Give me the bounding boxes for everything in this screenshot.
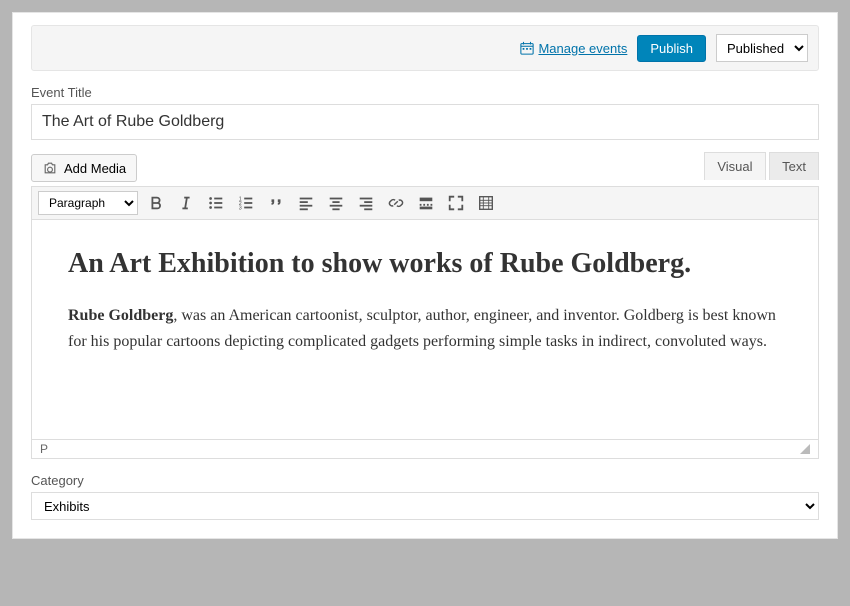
align-right-button[interactable] <box>354 191 378 215</box>
tab-text[interactable]: Text <box>769 152 819 180</box>
align-center-button[interactable] <box>324 191 348 215</box>
align-left-button[interactable] <box>294 191 318 215</box>
add-media-button[interactable]: Add Media <box>31 154 137 182</box>
top-action-bar: Manage events Publish Published <box>31 25 819 71</box>
insert-more-button[interactable] <box>414 191 438 215</box>
content-editor[interactable]: An Art Exhibition to show works of Rube … <box>31 220 819 440</box>
title-label: Event Title <box>31 85 819 100</box>
italic-button[interactable] <box>174 191 198 215</box>
manage-events-link[interactable]: Manage events <box>520 41 627 56</box>
add-media-label: Add Media <box>64 161 126 176</box>
publish-button[interactable]: Publish <box>637 35 706 62</box>
svg-text:3: 3 <box>239 205 242 211</box>
media-icon <box>42 160 58 176</box>
content-paragraph: Rube Goldberg, was an American cartoonis… <box>68 303 782 354</box>
editor-toolbar: Paragraph 123 <box>31 186 819 220</box>
content-lead: Rube Goldberg <box>68 307 173 324</box>
toolbar-toggle-button[interactable] <box>474 191 498 215</box>
status-select[interactable]: Published <box>716 34 808 62</box>
content-heading: An Art Exhibition to show works of Rube … <box>68 246 782 281</box>
tab-visual[interactable]: Visual <box>704 152 765 180</box>
blockquote-button[interactable] <box>264 191 288 215</box>
element-path: P <box>40 442 48 456</box>
manage-events-label: Manage events <box>538 41 627 56</box>
content-body: , was an American cartoonist, sculptor, … <box>68 307 776 350</box>
calendar-icon <box>520 41 534 55</box>
element-path-bar: P <box>31 440 819 459</box>
event-title-input[interactable] <box>31 104 819 140</box>
event-editor-panel: Manage events Publish Published Event Ti… <box>12 12 838 539</box>
fullscreen-button[interactable] <box>444 191 468 215</box>
format-select[interactable]: Paragraph <box>38 191 138 215</box>
bold-button[interactable] <box>144 191 168 215</box>
editor-tabs: Visual Text <box>704 152 819 180</box>
resize-handle[interactable] <box>800 444 810 454</box>
bullet-list-button[interactable] <box>204 191 228 215</box>
numbered-list-button[interactable]: 123 <box>234 191 258 215</box>
link-button[interactable] <box>384 191 408 215</box>
category-select[interactable]: Exhibits <box>31 492 819 520</box>
category-label: Category <box>31 473 819 488</box>
